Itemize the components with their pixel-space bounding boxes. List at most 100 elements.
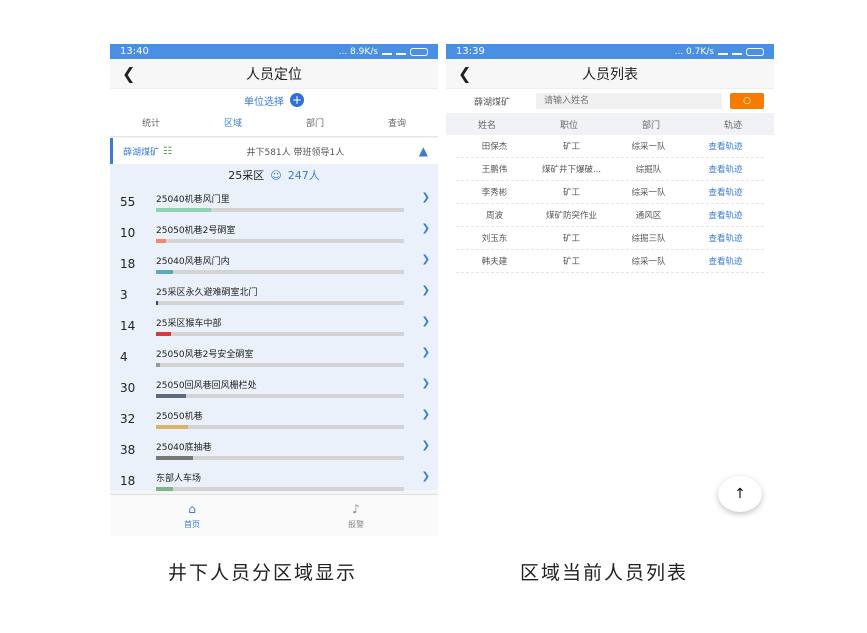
zone-item[interactable]: 10 25050机巷2号硐室 ❯ xyxy=(110,217,438,248)
cell-position: 煤矿井下爆破... xyxy=(541,165,602,175)
table-row: 韩夫建 矿工 综采一队 查看轨迹 xyxy=(456,250,764,273)
col-department: 部门 xyxy=(641,120,660,131)
cell-position: 矿工 xyxy=(562,257,580,267)
zone-bar-fill xyxy=(156,331,171,336)
zone-bar-fill xyxy=(156,362,160,367)
zone-count: 38 xyxy=(120,442,136,457)
cell-name: 刘玉东 xyxy=(481,234,508,244)
chevron-right-icon: ❯ xyxy=(421,315,430,327)
zone-name: 25050机巷 xyxy=(156,411,203,422)
zone-item[interactable]: 4 25050风巷2号安全硐室 ❯ xyxy=(110,341,438,372)
track-link[interactable]: 查看轨迹 xyxy=(687,255,764,267)
cell-name: 李秀彬 xyxy=(481,188,508,198)
search-button[interactable]: ○ xyxy=(730,93,764,109)
org-tree-icon: ☷ xyxy=(163,145,172,157)
track-link[interactable]: 查看轨迹 xyxy=(687,186,764,198)
col-track: 轨迹 xyxy=(723,120,742,131)
table-body: 田保杰 矿工 综采一队 查看轨迹 王鹏伟 煤矿井下爆破... 综掘队 查看轨迹 李秀彬 矿工 综采一… xyxy=(446,135,774,273)
table-header: 姓名 职位 部门 轨迹 xyxy=(446,113,774,135)
table-row: 周波 煤矿防突作业 通风区 查看轨迹 xyxy=(456,204,764,227)
mine-header[interactable]: 薛湖煤矿 ☷ 井下581人 带班领导1人 ▲ xyxy=(110,138,438,164)
people-list-screen: 13:39 ... 0.7K/s ❮ 人员列表 薛湖煤矿 ○ 姓名 职位 部门 … xyxy=(446,44,774,536)
zone-bar xyxy=(156,269,404,274)
back-icon[interactable]: ❮ xyxy=(458,64,471,83)
chevron-right-icon: ❯ xyxy=(421,222,430,234)
bottom-nav: ⌂ 首页 ♪ 报警 xyxy=(110,494,438,536)
cell-position: 矿工 xyxy=(562,188,580,198)
chevron-right-icon: ❯ xyxy=(421,253,430,265)
table-row: 李秀彬 矿工 综采一队 查看轨迹 xyxy=(456,181,764,204)
zone-bar-fill xyxy=(156,238,166,243)
zone-item[interactable]: 55 25040机巷风门里 ❯ xyxy=(110,186,438,217)
battery-icon xyxy=(410,47,428,56)
cell-department: 综掘三队 xyxy=(631,234,666,244)
tab-department[interactable]: 部门 xyxy=(274,111,356,136)
mine-name: 薛湖煤矿 xyxy=(473,97,510,108)
people-icon: ☺ xyxy=(270,168,282,182)
zone-item[interactable]: 18 东部人车场 ❯ xyxy=(110,465,438,496)
name-search-input[interactable] xyxy=(536,93,722,109)
zone-count: 14 xyxy=(120,318,136,333)
chevron-right-icon: ❯ xyxy=(421,470,430,482)
zone-bar-fill xyxy=(156,393,186,398)
nav-bar: ❮ 人员定位 xyxy=(110,59,438,89)
search-row: 薛湖煤矿 ○ xyxy=(446,89,774,113)
cell-name: 田保杰 xyxy=(481,142,508,152)
chevron-right-icon: ❯ xyxy=(421,377,430,389)
zone-item[interactable]: 3 25采区永久避难硐室北门 ❯ xyxy=(110,279,438,310)
tab-stats[interactable]: 统计 xyxy=(110,111,192,136)
status-bar: 13:40 ... 8.9K/s xyxy=(110,44,438,59)
cell-name: 王鹏伟 xyxy=(481,165,508,175)
zone-list: 55 25040机巷风门里 ❯ 10 25050机巷2号硐室 ❯ 18 25040风巷风门内 ❯… xyxy=(110,186,438,491)
track-link[interactable]: 查看轨迹 xyxy=(687,163,764,175)
zone-count: 18 xyxy=(120,473,136,488)
network-speed: ... 0.7K/s xyxy=(674,46,714,57)
unit-select-label: 单位选择 xyxy=(244,96,284,108)
tab-area[interactable]: 区域 xyxy=(192,111,274,136)
battery-icon xyxy=(746,47,764,56)
zone-name: 东部人车场 xyxy=(156,473,202,484)
table-row: 王鹏伟 煤矿井下爆破... 综掘队 查看轨迹 xyxy=(456,158,764,181)
zone-count: 32 xyxy=(120,411,136,426)
track-link[interactable]: 查看轨迹 xyxy=(687,232,764,244)
signal-icon xyxy=(718,48,728,55)
zone-screen: 13:40 ... 8.9K/s ❮ 人员定位 单位选择 + 统计 区域 部门 … xyxy=(110,44,438,536)
chevron-right-icon: ❯ xyxy=(421,346,430,358)
chevron-up-icon[interactable]: ▲ xyxy=(419,144,428,158)
track-link[interactable]: 查看轨迹 xyxy=(687,209,764,221)
back-icon[interactable]: ❮ xyxy=(122,64,135,83)
mine-stats: 井下581人 带班领导1人 xyxy=(246,147,345,158)
area-header: 25采区 ☺ 247人 xyxy=(110,164,438,186)
tab-query[interactable]: 查询 xyxy=(356,111,438,136)
zone-item[interactable]: 32 25050机巷 ❯ xyxy=(110,403,438,434)
caption-left: 井下人员分区域显示 xyxy=(168,562,358,584)
zone-item[interactable]: 18 25040风巷风门内 ❯ xyxy=(110,248,438,279)
zone-name: 25050机巷2号硐室 xyxy=(156,225,236,236)
status-time: 13:39 xyxy=(456,46,485,57)
zone-count: 18 xyxy=(120,256,136,271)
nav-alarm[interactable]: ♪ 报警 xyxy=(274,495,438,536)
zone-count: 10 xyxy=(120,225,136,240)
nav-home-label: 首页 xyxy=(184,519,200,529)
track-link[interactable]: 查看轨迹 xyxy=(687,140,764,152)
nav-home[interactable]: ⌂ 首页 xyxy=(110,495,274,536)
zone-bar xyxy=(156,207,404,212)
zone-bar-fill xyxy=(156,207,211,212)
tab-bar: 统计 区域 部门 查询 xyxy=(110,111,438,137)
zone-item[interactable]: 30 25050回风巷回风栅栏处 ❯ xyxy=(110,372,438,403)
zone-count: 3 xyxy=(120,287,128,302)
home-icon: ⌂ xyxy=(188,501,196,516)
status-bar: 13:39 ... 0.7K/s xyxy=(446,44,774,59)
scroll-top-button[interactable]: ↑ xyxy=(718,476,762,512)
page-title: 人员列表 xyxy=(582,66,638,83)
zone-name: 25采区猴车中部 xyxy=(156,318,222,329)
zone-item[interactable]: 38 25040底抽巷 ❯ xyxy=(110,434,438,465)
unit-select-button[interactable]: 单位选择 + xyxy=(110,89,438,111)
page-title: 人员定位 xyxy=(246,66,302,83)
network-speed: ... 8.9K/s xyxy=(338,46,378,57)
nav-alarm-label: 报警 xyxy=(348,519,364,529)
cell-position: 矿工 xyxy=(562,234,580,244)
zone-bar xyxy=(156,362,404,367)
chevron-right-icon: ❯ xyxy=(421,408,430,420)
zone-item[interactable]: 14 25采区猴车中部 ❯ xyxy=(110,310,438,341)
